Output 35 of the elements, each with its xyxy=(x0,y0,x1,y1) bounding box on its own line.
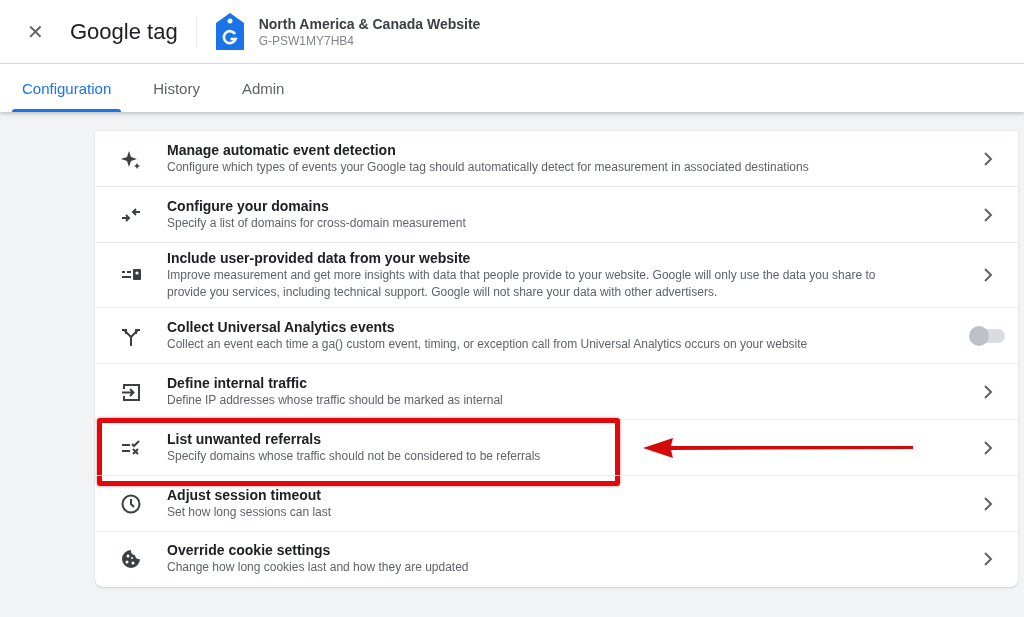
page-title: Google tag xyxy=(70,18,178,45)
setting-description: Specify domains whose traffic should not be considered to be referrals xyxy=(167,448,542,465)
chevron-right-icon[interactable] xyxy=(982,267,994,283)
cookie-icon xyxy=(121,548,141,569)
chevron-right-icon[interactable] xyxy=(982,495,994,512)
tab[interactable]: History xyxy=(137,64,216,112)
setting-description: Improve measurement and get more insights with data that people provide to your website. Google will only use the data you share to provide you services, including technical support. Google will not share your data with other advertisers. xyxy=(167,267,877,301)
tag-name: North America & Canada Website xyxy=(258,15,481,32)
enter-icon xyxy=(121,381,141,402)
toggle-switch[interactable] xyxy=(971,328,1005,343)
setting-title: Manage automatic event detection xyxy=(167,141,397,159)
chevron-right-icon[interactable] xyxy=(982,550,994,567)
setting-title: Include user-provided data from your website xyxy=(167,249,472,267)
setting-title: Configure your domains xyxy=(167,197,330,215)
setting-title: Adjust session timeout xyxy=(167,486,323,504)
chevron-right-icon[interactable] xyxy=(982,150,994,167)
setting-description: Specify a list of domains for cross-domain measurement xyxy=(167,215,467,232)
setting-description: Set how long sessions can last xyxy=(167,504,333,521)
setting-title: Collect Universal Analytics events xyxy=(167,318,396,336)
clock-icon xyxy=(121,493,141,514)
chevron-right-icon[interactable] xyxy=(982,439,994,456)
tag-icon xyxy=(214,12,245,51)
setting-description: Change how long cookies last and how they are updated xyxy=(167,559,470,576)
close-button[interactable]: ✕ xyxy=(24,19,46,44)
tab[interactable]: Admin xyxy=(225,64,301,112)
setting-title: Define internal traffic xyxy=(167,374,309,392)
setting-title: Override cookie settings xyxy=(167,541,332,559)
tab[interactable]: Configuration xyxy=(6,64,128,112)
setting-description: Configure which types of events your Google tag should automatically detect for measurement in associated destinations xyxy=(167,159,810,176)
chevron-right-icon[interactable] xyxy=(982,383,994,400)
setting-title: List unwanted referrals xyxy=(167,430,323,448)
tag-id: G-PSW1MY7HB4 xyxy=(258,33,355,48)
setting-description: Define IP addresses whose traffic should be marked as internal xyxy=(167,392,504,409)
setting-description: Collect an event each time a ga() custom event, timing, or exception call from Universal Analytics occurs on your website xyxy=(167,336,809,353)
chevron-right-icon[interactable] xyxy=(982,206,994,223)
